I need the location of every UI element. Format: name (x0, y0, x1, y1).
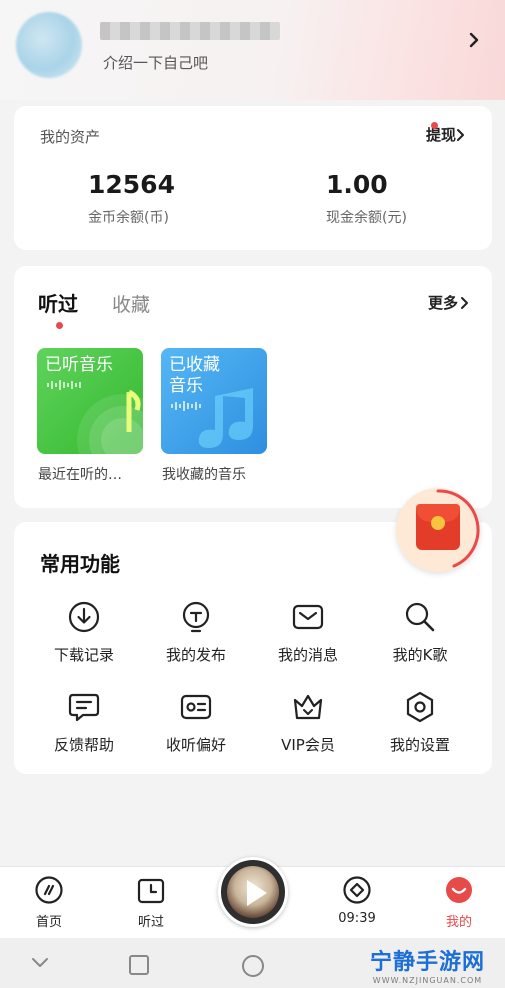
nav-history[interactable]: 听过 (116, 875, 186, 930)
fn-label: VIP会员 (281, 736, 335, 754)
nav-label: 我的 (445, 915, 472, 930)
nav-profile[interactable]: 我的 (424, 875, 494, 930)
feedback-help-button[interactable]: 反馈帮助 (28, 690, 140, 755)
site-watermark: 宁静手游网 WWW.NZJINGUAN.COM (370, 944, 485, 985)
coin-balance-value: 12564 (88, 170, 175, 199)
chevron-right-icon (461, 296, 468, 309)
download-icon (68, 601, 100, 633)
favorited-music-title: 已收藏 音乐 (169, 355, 220, 396)
chevron-right-icon[interactable] (467, 30, 481, 50)
preference-icon (180, 694, 212, 720)
withdraw-link[interactable]: 提现 (426, 122, 466, 145)
fn-label: 我的K歌 (392, 646, 448, 664)
profile-header[interactable]: 介绍一下自己吧 (0, 0, 505, 100)
back-chevron-icon[interactable] (30, 954, 50, 972)
download-records-button[interactable]: 下载记录 (28, 600, 140, 665)
username-blurred (100, 22, 280, 40)
now-playing-button[interactable] (218, 857, 288, 927)
message-icon (292, 604, 324, 630)
profile-icon (446, 877, 472, 903)
tab-favorites[interactable]: 收藏 (112, 290, 150, 317)
notification-dot (431, 122, 438, 129)
watermark-url: WWW.NZJINGUAN.COM (372, 976, 483, 985)
my-posts-button[interactable]: 我的发布 (140, 600, 252, 665)
red-envelope-button[interactable] (396, 488, 480, 572)
nav-label: 09:39 (338, 911, 376, 926)
cash-balance-label: 现金余额(元) (326, 210, 407, 226)
assets-title: 我的资产 (40, 128, 101, 146)
bottom-navigation: 首页 听过 09:39 我的 (0, 857, 505, 938)
listening-preferences-button[interactable]: 收听偏好 (140, 690, 252, 755)
fn-label: 收听偏好 (165, 736, 226, 754)
active-tab-indicator (56, 322, 63, 329)
assets-card: 我的资产 提现 12564 金币余额(币) 1.00 现金余额(元) (14, 106, 492, 250)
feedback-icon (68, 693, 100, 722)
my-settings-button[interactable]: 我的设置 (364, 690, 476, 755)
more-link[interactable]: 更多 (428, 292, 470, 313)
my-karaoke-button[interactable]: 我的K歌 (364, 600, 476, 665)
watermark-title: 宁静手游网 (369, 950, 485, 975)
functions-heading: 常用功能 (40, 552, 120, 576)
profile-intro: 介绍一下自己吧 (103, 54, 209, 72)
home-square-icon[interactable] (128, 954, 150, 976)
listened-music-title: 已听音乐 (45, 355, 113, 375)
nav-label: 首页 (35, 915, 62, 930)
chevron-right-icon (457, 128, 464, 141)
listened-music-tile[interactable]: 已听音乐 (37, 348, 143, 454)
nav-discover[interactable]: 09:39 (322, 875, 392, 926)
coin-balance[interactable]: 12564 金币余额(币) (88, 170, 175, 227)
my-messages-button[interactable]: 我的消息 (252, 600, 364, 665)
listened-music-caption: 最近在听的… (38, 467, 122, 483)
home-icon (35, 876, 63, 904)
cash-balance-value: 1.00 (326, 170, 388, 199)
avatar[interactable] (16, 12, 82, 78)
fn-label: 我的设置 (389, 736, 450, 754)
fn-label: 我的消息 (277, 646, 338, 664)
recents-circle-icon[interactable] (241, 954, 265, 978)
history-icon (137, 878, 165, 904)
more-label: 更多 (427, 294, 458, 312)
nav-home[interactable]: 首页 (14, 875, 84, 930)
fn-label: 下载记录 (53, 646, 114, 664)
play-icon (247, 880, 267, 906)
vip-member-button[interactable]: VIP会员 (252, 690, 364, 755)
favorited-music-tile[interactable]: 已收藏 音乐 (161, 348, 267, 454)
fn-label: 反馈帮助 (53, 736, 114, 754)
diamond-icon (343, 876, 371, 904)
fn-label: 我的发布 (165, 646, 226, 664)
coin-balance-label: 金币余额(币) (88, 210, 169, 226)
history-card: 听过 收藏 更多 已听音乐 最近在听的… 已收藏 音乐 我收藏的音乐 (14, 266, 492, 508)
settings-icon (406, 691, 434, 723)
publish-icon (182, 601, 210, 633)
search-icon (405, 602, 435, 632)
crown-icon (293, 694, 323, 720)
system-navigation-bar: 宁静手游网 WWW.NZJINGUAN.COM (0, 938, 505, 988)
nav-label: 听过 (137, 915, 164, 930)
favorited-music-caption: 我收藏的音乐 (162, 467, 246, 483)
cash-balance[interactable]: 1.00 现金余额(元) (326, 170, 407, 227)
tab-listened[interactable]: 听过 (38, 288, 78, 317)
